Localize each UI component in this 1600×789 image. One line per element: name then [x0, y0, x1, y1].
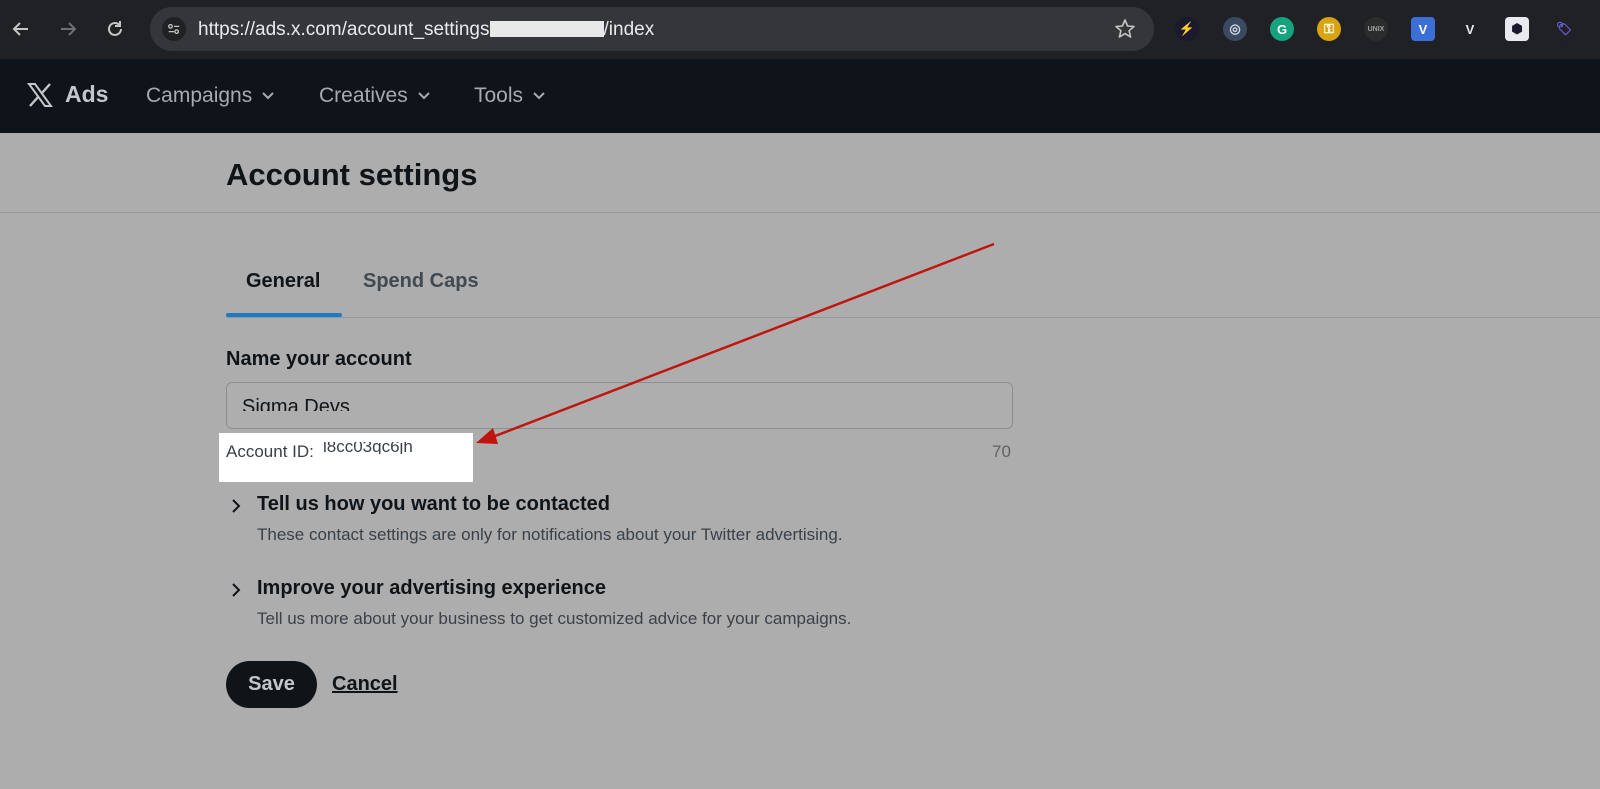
bookmark-star-icon[interactable] — [1114, 18, 1136, 45]
hex-extension-icon[interactable]: ⬢ — [1505, 17, 1529, 41]
char-count: 70 — [992, 442, 1011, 461]
brand-label[interactable]: Ads — [65, 81, 108, 108]
menu-tools-label: Tools — [474, 84, 524, 107]
url-text: https://ads.x.com/account_settings/index — [198, 19, 654, 41]
v-dark-extension-icon[interactable]: V — [1458, 17, 1482, 41]
menu-creatives[interactable]: Creatives — [319, 84, 432, 108]
menu-campaigns-label: Campaigns — [146, 84, 253, 107]
cancel-link[interactable]: Cancel — [332, 673, 398, 696]
account-name-value: Sigma Devs — [242, 397, 350, 411]
account-id-highlight: Account ID: l8cc03qc6jh — [219, 433, 473, 482]
reload-icon[interactable] — [104, 18, 126, 40]
circle-extension-icon[interactable]: ◎ — [1223, 17, 1247, 41]
back-arrow-icon[interactable] — [10, 18, 32, 40]
page-title: Account settings — [226, 157, 478, 192]
tag-extension-icon[interactable]: 🏷 — [1552, 17, 1576, 41]
url-suffix: /index — [603, 19, 655, 40]
chevron-down-icon — [417, 92, 430, 100]
unix-extension-icon[interactable]: UNIX — [1364, 17, 1388, 41]
menu-creatives-label: Creatives — [319, 84, 408, 107]
v-blue-extension-icon[interactable]: V — [1411, 17, 1435, 41]
tab-spend-caps[interactable]: Spend Caps — [363, 270, 479, 293]
address-bar[interactable]: https://ads.x.com/account_settings/index — [150, 7, 1154, 51]
name-field-label: Name your account — [226, 348, 412, 370]
app-header: Ads Campaigns Creatives Tools — [0, 59, 1600, 133]
section-experience-description: Tell us more about your business to get … — [257, 609, 852, 628]
tabs-divider — [226, 317, 1600, 318]
key-extension-icon[interactable]: ⚿ — [1317, 17, 1341, 41]
chevron-right-icon — [232, 499, 241, 513]
account-id-label: Account ID: — [226, 442, 314, 461]
x-logo-icon[interactable] — [26, 81, 54, 109]
chevron-right-icon — [232, 583, 241, 597]
section-contact-title: Tell us how you want to be contacted — [257, 493, 610, 515]
url-prefix: https://ads.x.com/account_settings — [198, 19, 490, 40]
forward-arrow-icon[interactable] — [57, 18, 79, 40]
section-experience-title: Improve your advertising experience — [257, 577, 607, 599]
url-redaction — [489, 21, 604, 37]
grammarly-extension-icon[interactable]: G — [1270, 17, 1294, 41]
chevron-down-icon — [262, 92, 274, 100]
browser-toolbar: https://ads.x.com/account_settings/index… — [0, 0, 1600, 59]
tab-general[interactable]: General — [246, 270, 320, 293]
page-header: Account settings — [0, 133, 1600, 213]
account-id-value: l8cc03qc6jh — [323, 442, 413, 454]
menu-campaigns[interactable]: Campaigns — [146, 84, 276, 108]
bolt-extension-icon[interactable]: ⚡ — [1175, 17, 1199, 41]
section-contact-description: These contact settings are only for noti… — [257, 525, 843, 544]
chevron-down-icon — [533, 92, 545, 100]
menu-tools[interactable]: Tools — [474, 84, 547, 108]
save-button[interactable]: Save — [226, 661, 317, 708]
site-settings-icon[interactable] — [162, 17, 186, 41]
